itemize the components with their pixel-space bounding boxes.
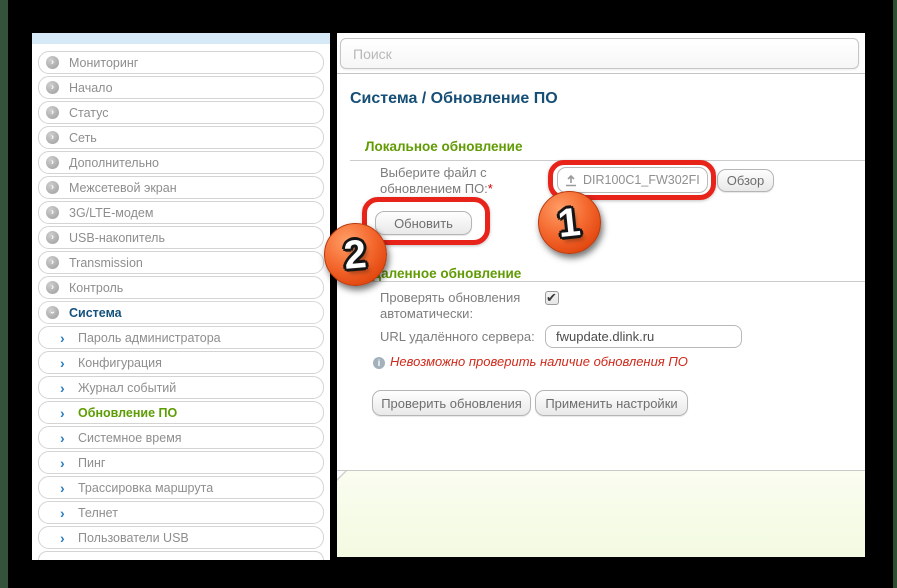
breadcrumb: Система / Обновление ПО bbox=[350, 90, 558, 108]
section-local-title: Локальное обновление bbox=[365, 139, 523, 154]
sidebar-item-label: Системное время bbox=[78, 431, 182, 445]
sidebar-item-control[interactable]: › Контроль bbox=[38, 276, 324, 299]
chevron-right-icon: › bbox=[46, 56, 59, 69]
sidebar-item-label: Сеть bbox=[69, 131, 97, 145]
browse-button[interactable]: Обзор bbox=[717, 169, 774, 192]
update-warning: Невозможно проверить наличие обновления … bbox=[390, 354, 688, 369]
sidebar-item-label: Конфигурация bbox=[78, 356, 162, 370]
sidebar-item-system[interactable]: › Система bbox=[38, 301, 324, 324]
sidebar: › Мониторинг › Начало › Статус › Сеть › … bbox=[32, 33, 330, 560]
chevron-right-icon: › bbox=[60, 331, 68, 345]
sidebar-item-network[interactable]: › Сеть bbox=[38, 126, 324, 149]
file-label: Выберите файл с обновлением ПО:* bbox=[380, 165, 493, 197]
sidebar-item-admin-password[interactable]: › Пароль администратора bbox=[38, 326, 324, 349]
chevron-right-icon: › bbox=[46, 281, 59, 294]
chevron-right-icon: › bbox=[46, 81, 59, 94]
sidebar-item-partial[interactable] bbox=[38, 551, 324, 560]
chevron-right-icon: › bbox=[46, 106, 59, 119]
chevron-right-icon: › bbox=[60, 431, 68, 445]
chevron-right-icon: › bbox=[60, 356, 68, 370]
chevron-right-icon: › bbox=[60, 481, 68, 495]
router-admin-window: › Мониторинг › Начало › Статус › Сеть › … bbox=[0, 0, 897, 588]
sidebar-item-label: Трассировка маршрута bbox=[78, 481, 213, 495]
chevron-right-icon: › bbox=[60, 531, 68, 545]
sidebar-item-usb-storage[interactable]: › USB-накопитель bbox=[38, 226, 324, 249]
sidebar-item-label: Система bbox=[69, 306, 122, 320]
chevron-right-icon: › bbox=[60, 381, 68, 395]
sidebar-item-label: Пинг bbox=[78, 456, 105, 470]
sidebar-item-ping[interactable]: › Пинг bbox=[38, 451, 324, 474]
section-remote-title: Удаленное обновление bbox=[365, 266, 521, 281]
chevron-down-icon: › bbox=[46, 306, 59, 319]
chevron-right-icon: › bbox=[46, 131, 59, 144]
chevron-right-icon: › bbox=[46, 256, 59, 269]
sidebar-item-label: 3G/LTE-модем bbox=[69, 206, 153, 220]
folded-corner bbox=[337, 471, 345, 479]
search-input[interactable] bbox=[340, 38, 859, 69]
chevron-right-icon: › bbox=[46, 156, 59, 169]
sidebar-header-strip bbox=[32, 33, 330, 44]
info-icon: i bbox=[373, 357, 385, 369]
sidebar-item-label: Пользователи USB bbox=[78, 531, 189, 545]
sidebar-item-traceroute[interactable]: › Трассировка маршрута bbox=[38, 476, 324, 499]
sidebar-item-label: Контроль bbox=[69, 281, 123, 295]
callout-2-number: 2 bbox=[343, 234, 369, 276]
chevron-right-icon: › bbox=[46, 206, 59, 219]
sidebar-item-label: Межсетевой экран bbox=[69, 181, 177, 195]
sidebar-item-advanced[interactable]: › Дополнительно bbox=[38, 151, 324, 174]
divider bbox=[337, 73, 865, 74]
callout-2: 2 bbox=[324, 223, 387, 286]
chevron-right-icon: › bbox=[46, 181, 59, 194]
sidebar-item-monitoring[interactable]: › Мониторинг bbox=[38, 51, 324, 74]
apply-settings-button[interactable]: Применить настройки bbox=[535, 390, 688, 416]
url-input[interactable] bbox=[545, 325, 742, 348]
sidebar-item-configuration[interactable]: › Конфигурация bbox=[38, 351, 324, 374]
callout-1-number: 1 bbox=[556, 201, 582, 243]
sidebar-item-label: Телнет bbox=[78, 506, 118, 520]
left-edge-strip bbox=[0, 0, 8, 588]
sidebar-item-label: Статус bbox=[69, 106, 109, 120]
sidebar-item-label: Мониторинг bbox=[69, 56, 138, 70]
sidebar-menu: › Мониторинг › Начало › Статус › Сеть › … bbox=[38, 51, 324, 560]
check-updates-button[interactable]: Проверить обновления bbox=[372, 390, 531, 416]
sidebar-item-label: Пароль администратора bbox=[78, 331, 221, 345]
sidebar-item-label: Начало bbox=[69, 81, 113, 95]
chevron-right-icon: › bbox=[60, 506, 68, 520]
sidebar-item-transmission[interactable]: › Transmission bbox=[38, 251, 324, 274]
sidebar-item-label: Дополнительно bbox=[69, 156, 159, 170]
sidebar-item-label: Обновление ПО bbox=[78, 406, 177, 420]
sidebar-item-telnet[interactable]: › Телнет bbox=[38, 501, 324, 524]
auto-update-checkbox[interactable] bbox=[545, 291, 559, 305]
chevron-right-icon: › bbox=[60, 406, 68, 420]
chevron-right-icon: › bbox=[46, 231, 59, 244]
required-asterisk: * bbox=[488, 181, 493, 196]
sidebar-item-label: USB-накопитель bbox=[69, 231, 165, 245]
divider bbox=[350, 281, 865, 282]
sidebar-item-label: Transmission bbox=[69, 256, 143, 270]
bottom-panel bbox=[337, 470, 865, 557]
sidebar-item-3g-lte-modem[interactable]: › 3G/LTE-модем bbox=[38, 201, 324, 224]
main-content: Система / Обновление ПО Локальное обновл… bbox=[337, 33, 865, 470]
sidebar-item-system-time[interactable]: › Системное время bbox=[38, 426, 324, 449]
chevron-right-icon: › bbox=[60, 456, 68, 470]
sidebar-item-home[interactable]: › Начало bbox=[38, 76, 324, 99]
callout-1: 1 bbox=[538, 191, 601, 254]
sidebar-item-status[interactable]: › Статус bbox=[38, 101, 324, 124]
sidebar-item-label: Журнал событий bbox=[78, 381, 176, 395]
sidebar-item-usb-users[interactable]: › Пользователи USB bbox=[38, 526, 324, 549]
sidebar-item-firewall[interactable]: › Межсетевой экран bbox=[38, 176, 324, 199]
sidebar-item-firmware-update[interactable]: › Обновление ПО bbox=[38, 401, 324, 424]
auto-check-label: Проверять обновления автоматически: bbox=[380, 290, 520, 322]
sidebar-item-event-log[interactable]: › Журнал событий bbox=[38, 376, 324, 399]
url-label: URL удалённого сервера: bbox=[380, 329, 535, 345]
right-edge-strip bbox=[893, 0, 897, 588]
